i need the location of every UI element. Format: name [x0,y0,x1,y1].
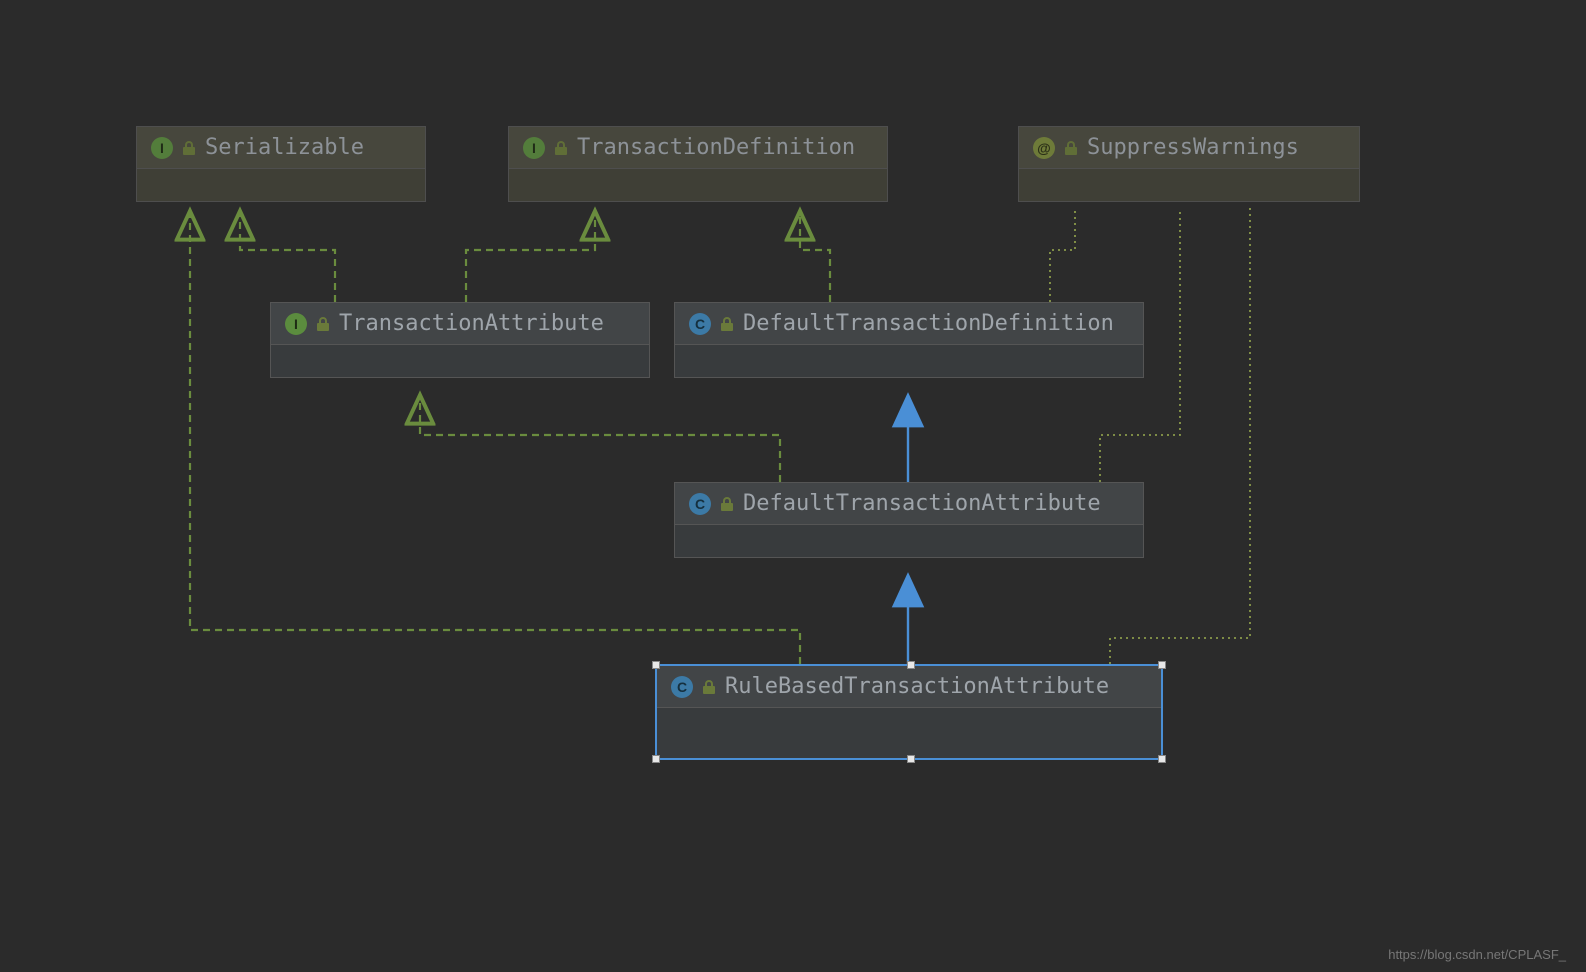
node-body [675,525,1143,557]
annotation-icon: @ [1033,137,1055,159]
lock-icon [721,317,733,331]
node-body [509,169,887,201]
resize-handle-sw[interactable] [652,755,660,763]
node-header: C DefaultTransactionDefinition [675,303,1143,345]
class-name: TransactionDefinition [577,135,855,160]
node-body [657,708,1161,758]
node-rule-based-transaction-attribute[interactable]: C RuleBasedTransactionAttribute [655,664,1163,760]
resize-handle-ne[interactable] [1158,661,1166,669]
lock-icon [555,141,567,155]
class-name: Serializable [205,135,364,160]
node-header: C DefaultTransactionAttribute [675,483,1143,525]
node-body [675,345,1143,377]
class-icon: C [689,313,711,335]
node-header: I TransactionDefinition [509,127,887,169]
node-header: C RuleBasedTransactionAttribute [657,666,1161,708]
node-header: I TransactionAttribute [271,303,649,345]
lock-icon [317,317,329,331]
class-name: TransactionAttribute [339,311,604,336]
diagram-canvas[interactable]: I Serializable I TransactionDefinition @… [0,0,1586,972]
class-icon: C [671,676,693,698]
interface-icon: I [523,137,545,159]
resize-handle-s[interactable] [907,755,915,763]
node-header: @ SuppressWarnings [1019,127,1359,169]
class-name: DefaultTransactionDefinition [743,311,1114,336]
lock-icon [1065,141,1077,155]
node-header: I Serializable [137,127,425,169]
resize-handle-nw[interactable] [652,661,660,669]
node-transaction-attribute[interactable]: I TransactionAttribute [270,302,650,378]
lock-icon [183,141,195,155]
class-name: SuppressWarnings [1087,135,1299,160]
node-default-transaction-definition[interactable]: C DefaultTransactionDefinition [674,302,1144,378]
interface-icon: I [151,137,173,159]
node-serializable[interactable]: I Serializable [136,126,426,202]
watermark: https://blog.csdn.net/CPLASF_ [1388,947,1566,962]
resize-handle-n[interactable] [907,661,915,669]
node-default-transaction-attribute[interactable]: C DefaultTransactionAttribute [674,482,1144,558]
class-name: RuleBasedTransactionAttribute [725,674,1109,699]
node-suppress-warnings[interactable]: @ SuppressWarnings [1018,126,1360,202]
class-icon: C [689,493,711,515]
node-body [271,345,649,377]
node-body [1019,169,1359,201]
node-transaction-definition[interactable]: I TransactionDefinition [508,126,888,202]
interface-icon: I [285,313,307,335]
node-body [137,169,425,201]
resize-handle-se[interactable] [1158,755,1166,763]
class-name: DefaultTransactionAttribute [743,491,1101,516]
lock-icon [721,497,733,511]
lock-icon [703,680,715,694]
